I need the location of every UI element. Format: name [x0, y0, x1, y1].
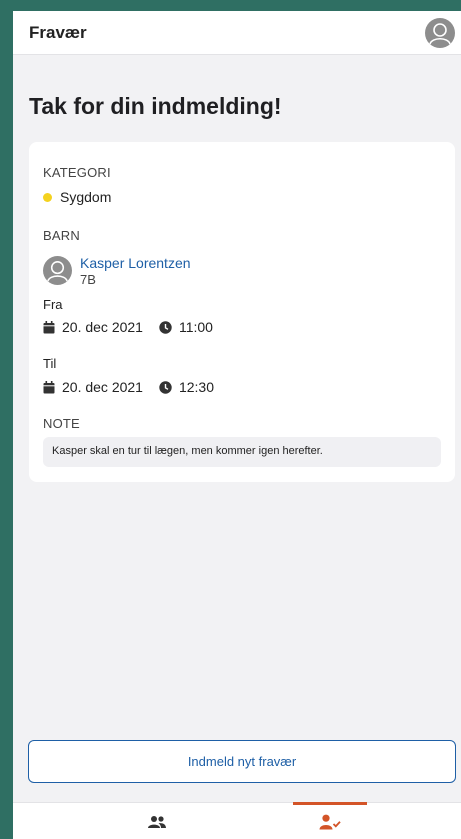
to-datetime-row: 20. dec 2021 12:30: [43, 379, 214, 395]
tab-absence[interactable]: [293, 802, 367, 839]
clock-icon: [159, 320, 172, 334]
child-class: 7B: [80, 272, 96, 287]
category-row: Sygdom: [43, 189, 111, 205]
category-color-dot: [43, 192, 52, 202]
tab-people[interactable]: [117, 803, 197, 839]
app-frame: Fravær Tak for din indmelding! KATEGORI …: [13, 11, 461, 839]
from-label: Fra: [43, 297, 63, 312]
profile-avatar[interactable]: [425, 18, 455, 48]
from-datetime-row: 20. dec 2021 11:00: [43, 319, 213, 335]
note-label: NOTE: [43, 416, 80, 431]
child-name-link[interactable]: Kasper Lorentzen: [80, 255, 191, 271]
user-check-icon: [319, 814, 341, 829]
people-icon: [148, 815, 166, 828]
calendar-icon: [43, 320, 55, 333]
new-absence-button[interactable]: Indmeld nyt fravær: [28, 740, 456, 783]
from-date: 20. dec 2021: [62, 319, 143, 335]
top-bar: Fravær: [13, 11, 461, 55]
active-tab-indicator: [293, 802, 367, 805]
note-text: Kasper skal en tur til lægen, men kommer…: [43, 437, 441, 467]
to-time: 12:30: [178, 379, 215, 395]
category-label: KATEGORI: [43, 165, 111, 180]
page-header-title: Fravær: [29, 23, 87, 42]
calendar-icon: [43, 380, 55, 393]
clock-icon: [159, 380, 172, 394]
user-avatar-icon: [47, 261, 68, 282]
child-avatar: [43, 256, 72, 285]
category-value: Sygdom: [60, 189, 112, 205]
bottom-tab-bar: [13, 802, 461, 839]
to-label: Til: [43, 356, 57, 371]
from-time: 11:00: [178, 319, 213, 335]
to-date: 20. dec 2021: [62, 379, 143, 395]
confirmation-heading: Tak for din indmelding!: [29, 93, 282, 119]
absence-summary-card: KATEGORI Sygdom BARN Kasper Lorentzen 7B…: [29, 142, 455, 482]
user-avatar-icon: [429, 23, 451, 45]
child-label: BARN: [43, 228, 80, 243]
